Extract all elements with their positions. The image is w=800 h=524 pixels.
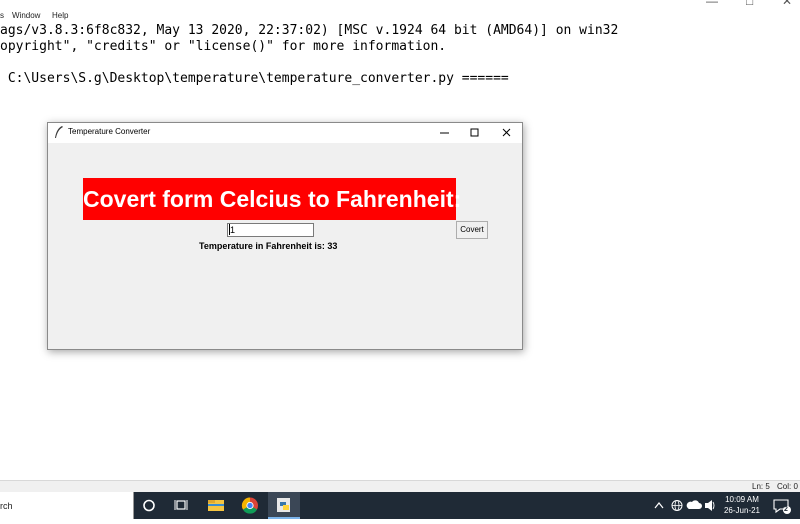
convert-button[interactable]: Covert [456, 221, 488, 239]
temperature-converter-window: Temperature Converter Covert form Celciu… [47, 122, 523, 350]
network-globe-icon[interactable] [670, 492, 684, 519]
tk-feather-icon [55, 126, 63, 138]
clock-time: 10:09 AM [725, 495, 759, 504]
task-view-icon[interactable] [165, 492, 197, 519]
cortana-icon[interactable] [133, 492, 165, 519]
show-hidden-icons-icon[interactable] [652, 492, 666, 519]
status-col: Col: 0 [777, 482, 798, 491]
converter-heading: Covert form Celcius to Fahrenheit: [83, 178, 461, 220]
clock-date: 26-Jun-21 [723, 506, 761, 515]
close-icon[interactable] [492, 123, 522, 143]
menu-item-window[interactable]: Window [12, 11, 40, 20]
close-icon[interactable]: ✕ [782, 0, 792, 8]
minimize-icon[interactable] [430, 123, 460, 143]
search-text: rch [0, 501, 13, 511]
status-line: Ln: 5 [752, 482, 770, 491]
menu-item-help[interactable]: Help [52, 11, 68, 20]
shell-output-line: opyright", "credits" or "license()" for … [0, 39, 447, 54]
celsius-input[interactable]: 1 [227, 223, 314, 237]
text-caret [229, 224, 230, 235]
notification-count: 2 [784, 506, 788, 513]
taskbar: rch 10:09 AM 26-Jun-21 2 [0, 492, 800, 519]
shell-restart-line: C:\Users\S.g\Desktop\temperature\tempera… [0, 71, 509, 86]
shell-menubar: s Window Help — □ ✕ [0, 0, 800, 20]
maximize-icon[interactable]: □ [746, 0, 753, 8]
fahrenheit-result: Temperature in Fahrenheit is: 33 [199, 241, 338, 251]
search-box[interactable]: rch [0, 492, 134, 519]
window-title: Temperature Converter [68, 127, 151, 136]
minimize-icon[interactable]: — [706, 0, 718, 8]
file-explorer-icon[interactable] [200, 492, 232, 519]
volume-icon[interactable] [703, 492, 717, 519]
python-idle-icon[interactable] [268, 492, 300, 519]
onedrive-icon[interactable] [686, 492, 702, 519]
window-titlebar[interactable]: Temperature Converter [48, 123, 522, 143]
maximize-icon[interactable] [460, 123, 490, 143]
notification-center-icon[interactable]: 2 [770, 492, 794, 519]
menu-item-partial[interactable]: s [0, 11, 4, 20]
shell-output-line: ags/v3.8.3:6f8c832, May 13 2020, 22:37:0… [0, 23, 619, 38]
system-clock[interactable]: 10:09 AM 26-Jun-21 [716, 494, 768, 516]
chrome-icon[interactable] [234, 492, 266, 519]
